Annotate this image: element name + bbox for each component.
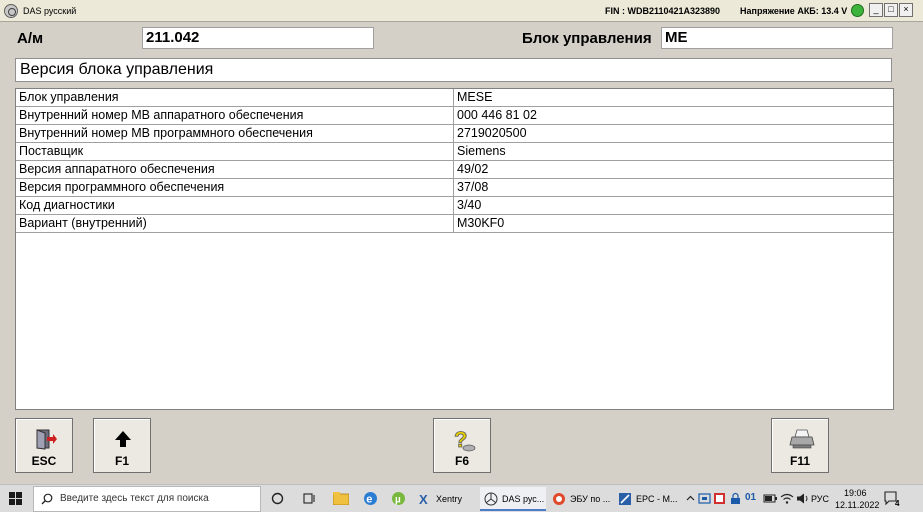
fin-readout: FIN : WDB2110421A323890	[605, 6, 721, 16]
printer-icon	[789, 429, 815, 449]
column-divider	[453, 215, 454, 232]
taskbar-item-label: EPC - M...	[636, 494, 678, 504]
column-divider	[453, 143, 454, 160]
network-adapter-icon[interactable]	[698, 492, 711, 505]
utorrent-icon[interactable]: µ	[391, 491, 406, 506]
battery-voltage-readout: Напряжение АКБ: 13.4 V	[740, 6, 848, 16]
column-divider	[453, 125, 454, 142]
column-divider	[453, 161, 454, 178]
file-explorer-icon[interactable]	[333, 492, 349, 505]
close-button[interactable]: ×	[899, 3, 913, 17]
taskbar-item-ecu-browser[interactable]: ЭБУ по ...	[548, 487, 612, 511]
f11-button-label: F11	[789, 454, 810, 468]
row-label: Версия программного обеспечения	[19, 180, 225, 194]
taskbar-item-das[interactable]: DAS рус...	[480, 487, 546, 511]
xentry-icon: X	[419, 492, 428, 506]
table-row: Версия аппаратного обеспечения 49/02	[16, 161, 893, 179]
taskbar-item-label: DAS рус...	[502, 494, 545, 504]
table-row: Поставщик Siemens	[16, 143, 893, 161]
column-divider	[453, 107, 454, 124]
f6-button-label: F6	[454, 454, 469, 468]
browser-icon	[553, 493, 565, 505]
mercedes-star-icon	[484, 492, 498, 506]
ecu-label: Блок управления	[522, 30, 652, 47]
row-label: Версия аппаратного обеспечения	[19, 162, 215, 176]
model-label: А/м	[17, 30, 44, 47]
row-value: 49/02	[457, 162, 489, 176]
taskbar-item-xentry[interactable]: X Xentry	[414, 487, 478, 511]
ecu-version-table: Блок управления MESE Внутренний номер MB а…	[15, 88, 894, 410]
arrow-up-icon	[115, 431, 131, 447]
epc-icon	[619, 493, 631, 505]
row-value: 2719020500	[457, 126, 527, 140]
chevron-up-icon[interactable]	[686, 494, 695, 503]
row-value: Siemens	[457, 144, 506, 158]
column-divider	[453, 89, 454, 106]
taskbar-item-label: Xentry	[436, 494, 463, 504]
clock-date[interactable]: 12.11.2022	[835, 500, 879, 510]
esc-button[interactable]: ESC	[15, 418, 73, 473]
windows-taskbar: Введите здесь текст для поиска e µ X Xen…	[0, 484, 923, 512]
taskbar-item-label: ЭБУ по ...	[570, 494, 611, 504]
table-row: Внутренний номер MB программного обеспеч…	[16, 125, 893, 143]
esc-button-label: ESC	[31, 454, 57, 468]
f11-button[interactable]: F11	[771, 418, 829, 473]
search-icon	[41, 493, 53, 505]
column-divider	[453, 179, 454, 196]
minimize-button[interactable]: _	[869, 3, 883, 17]
input-language-indicator[interactable]: РУС	[811, 494, 829, 504]
f1-button[interactable]: F1	[93, 418, 151, 473]
cortana-circle-icon[interactable]	[271, 492, 284, 505]
row-label: Поставщик	[19, 144, 84, 158]
f1-button-label: F1	[114, 454, 129, 468]
row-label: Внутренний номер MB программного обеспеч…	[19, 126, 313, 140]
row-value: 000 446 81 02	[457, 108, 537, 122]
task-view-icon[interactable]	[302, 492, 316, 505]
table-row: Блок управления MESE	[16, 89, 893, 107]
maximize-button[interactable]: □	[884, 3, 898, 17]
row-value: 3/40	[457, 198, 482, 212]
taskbar-search-box[interactable]: Введите здесь текст для поиска	[33, 486, 261, 512]
table-row: Код диагностики 3/40	[16, 197, 893, 215]
edge-browser-icon[interactable]: e	[363, 491, 378, 506]
section-title: Версия блока управления	[15, 58, 892, 82]
row-value: M30KF0	[457, 216, 505, 230]
speaker-icon[interactable]	[796, 492, 809, 505]
das-application-window: DAS русский FIN : WDB2110421A323890 Напр…	[0, 0, 923, 512]
row-value: MESE	[457, 90, 493, 104]
search-placeholder: Введите здесь текст для поиска	[60, 493, 209, 504]
table-row: Внутренний номер MB аппаратного обеспече…	[16, 107, 893, 125]
column-divider	[453, 197, 454, 214]
tray-badge[interactable]: 01	[745, 492, 756, 503]
exit-door-icon	[36, 429, 57, 450]
status-ok-icon	[851, 4, 864, 17]
ecu-value-field: ME	[661, 27, 893, 49]
svg-text:µ: µ	[395, 495, 401, 506]
battery-icon[interactable]	[763, 492, 777, 505]
row-value: 37/08	[457, 180, 489, 194]
mercedes-star-icon	[4, 3, 18, 18]
taskbar-item-epc[interactable]: EPC - M...	[614, 487, 680, 511]
model-value-field: 211.042	[142, 27, 374, 49]
lock-icon[interactable]	[729, 492, 742, 505]
clock-time[interactable]: 19:06	[844, 488, 867, 498]
table-row: Версия программного обеспечения 37/08	[16, 179, 893, 197]
svg-text:e: e	[366, 494, 372, 506]
f6-button[interactable]: ? F6	[433, 418, 491, 473]
row-label: Код диагностики	[19, 198, 115, 212]
row-label: Вариант (внутренний)	[19, 216, 147, 230]
title-bar: DAS русский FIN : WDB2110421A323890 Напр…	[0, 0, 923, 22]
tray-app-icon[interactable]	[713, 492, 726, 505]
table-row: Вариант (внутренний) M30KF0	[16, 215, 893, 233]
wifi-icon[interactable]	[780, 492, 794, 505]
row-label: Внутренний номер MB аппаратного обеспече…	[19, 108, 304, 122]
row-label: Блок управления	[19, 90, 119, 104]
windows-start-icon[interactable]	[9, 492, 22, 505]
window-title: DAS русский	[23, 5, 77, 16]
svg-text:X: X	[419, 492, 428, 506]
help-question-icon: ?	[454, 427, 476, 452]
notification-count-badge[interactable]: 4	[895, 499, 899, 508]
